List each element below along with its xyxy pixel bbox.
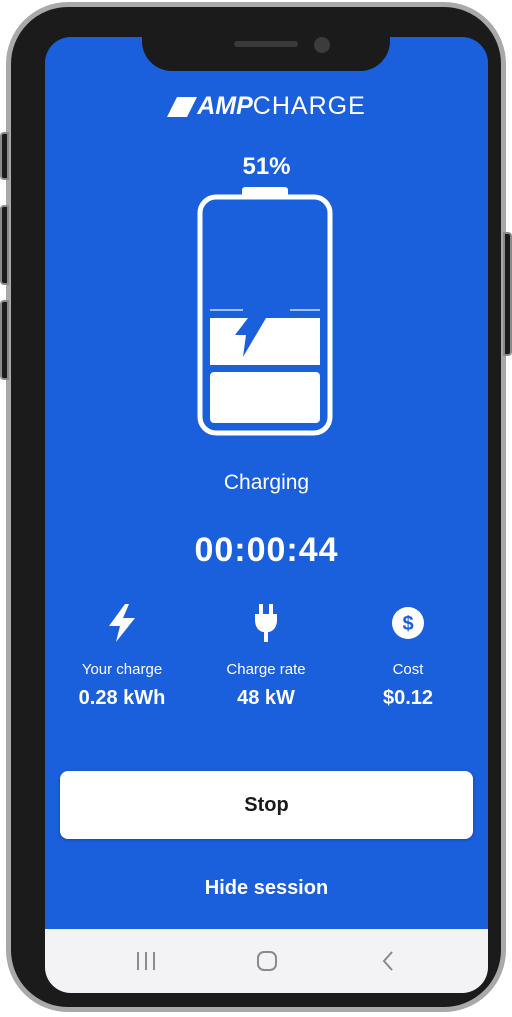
home-icon: [256, 951, 277, 971]
hide-session-link[interactable]: Hide session: [45, 877, 488, 900]
brand-charge: CHARGE: [252, 92, 366, 120]
volume-down-button: [0, 300, 9, 380]
side-button: [0, 132, 9, 180]
svg-text:$: $: [402, 613, 413, 635]
notch: [142, 37, 390, 71]
stat-charge-rate: Charge rate 48 kW: [191, 603, 341, 710]
brand-amp: AMP: [197, 92, 253, 120]
speaker: [234, 41, 298, 47]
stat-your-charge: Your charge 0.28 kWh: [47, 603, 197, 710]
stat-label: Charge rate: [226, 661, 306, 678]
bolt-icon: [109, 604, 135, 642]
stat-label: Cost: [392, 661, 424, 678]
stat-value: $0.12: [382, 687, 434, 709]
stat-value: 0.28 kWh: [78, 687, 166, 709]
volume-up-button: [0, 205, 9, 285]
app-screen: AMPCHARGE 51% Charging 00:00:44 Your cha…: [45, 37, 488, 993]
battery-percent: 51%: [242, 153, 291, 180]
home-button[interactable]: [237, 941, 297, 981]
charging-status: Charging: [223, 471, 310, 494]
power-button: [503, 232, 512, 356]
back-icon: [382, 951, 393, 971]
dollar-icon: $: [392, 607, 424, 639]
stat-value: 48 kW: [237, 687, 295, 709]
recent-apps-button[interactable]: [116, 941, 176, 981]
stat-label: Your charge: [81, 661, 163, 678]
stat-cost: $ Cost $0.12: [333, 603, 483, 710]
plug-icon: [255, 604, 277, 642]
stop-button[interactable]: Stop: [60, 771, 473, 839]
recent-apps-icon: [136, 952, 155, 970]
logo-mark-icon: [167, 97, 198, 117]
session-timer: 00:00:44: [194, 531, 339, 569]
battery-icon: [197, 187, 333, 436]
system-navbar: [45, 929, 488, 993]
phone-frame: AMPCHARGE 51% Charging 00:00:44 Your cha…: [6, 2, 506, 1012]
back-button[interactable]: [358, 941, 418, 981]
brand-logo: AMPCHARGE: [45, 92, 488, 121]
battery-graphic: [195, 185, 335, 437]
camera: [314, 37, 330, 53]
